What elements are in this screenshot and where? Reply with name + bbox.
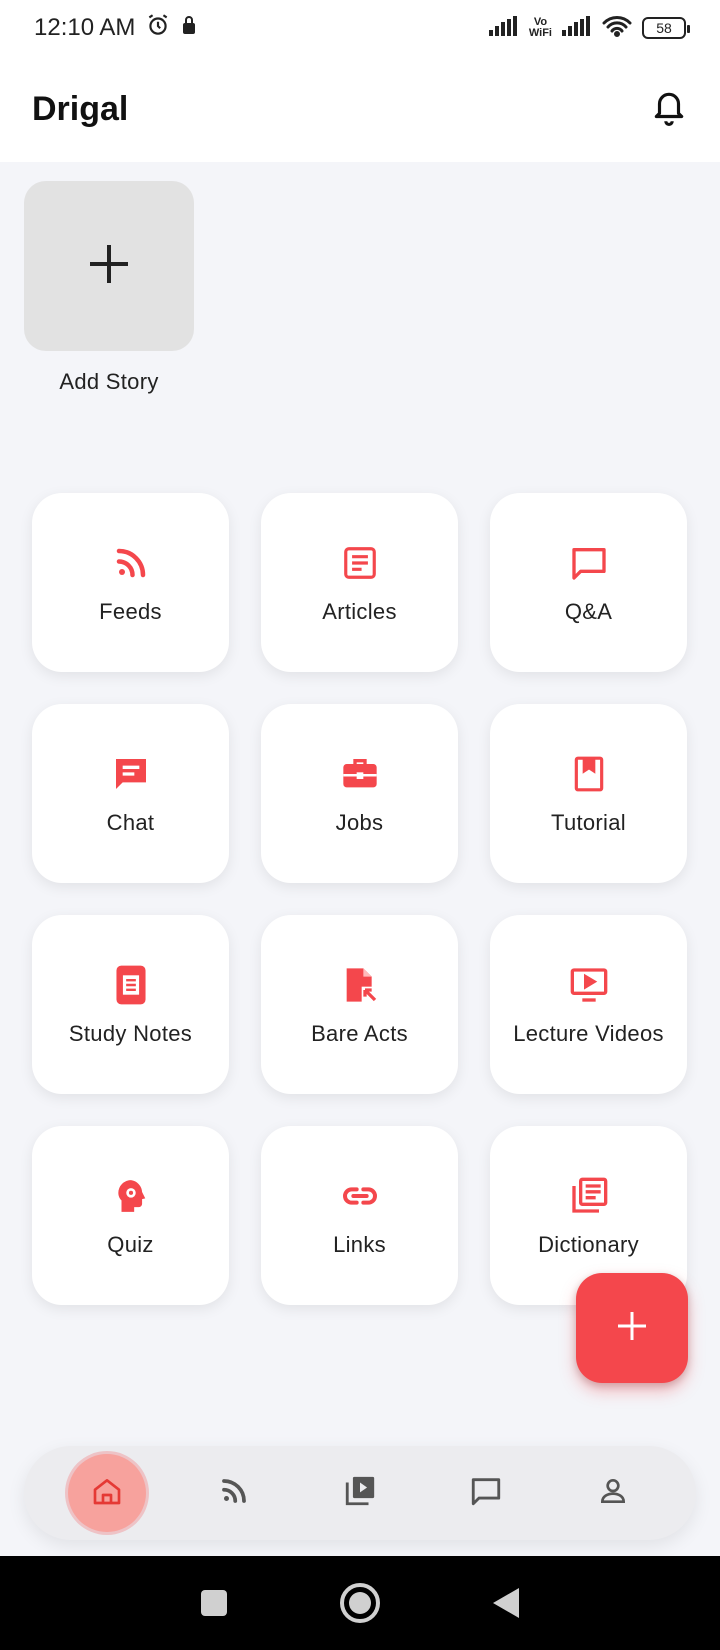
battery-icon: 58: [642, 17, 690, 39]
tile-label: Study Notes: [68, 1020, 193, 1046]
tile-label: Links: [333, 1231, 386, 1257]
add-fab-button[interactable]: [576, 1273, 688, 1383]
tile-label: Quiz: [107, 1231, 154, 1257]
add-story-label: Add Story: [59, 369, 159, 394]
rss-icon: [219, 1476, 249, 1511]
plus-icon: [616, 1310, 648, 1347]
tile-label: Chat: [106, 809, 155, 835]
chat-message-icon: [109, 752, 153, 796]
wifi-icon: [602, 15, 632, 42]
status-right: Vo WiFi 58: [488, 15, 690, 42]
system-nav-bar: [0, 1556, 720, 1650]
app-bar: Drigal: [0, 56, 720, 162]
tile-qa[interactable]: Q&A: [490, 493, 687, 672]
tile-label: Lecture Videos: [513, 1020, 664, 1046]
back-triangle-icon[interactable]: [491, 1586, 521, 1620]
signal-icon-2: [562, 15, 592, 41]
notification-bell-icon[interactable]: [650, 87, 688, 132]
nav-chat[interactable]: [447, 1454, 525, 1532]
recents-square-icon[interactable]: [199, 1588, 229, 1618]
tile-feeds[interactable]: Feeds: [32, 493, 229, 672]
add-story-button[interactable]: [24, 181, 194, 351]
alarm-icon: [145, 12, 171, 45]
feature-grid: Feeds Articles Q&A Chat Jobs Tutorial St…: [32, 493, 688, 1305]
signal-icon: [488, 15, 519, 41]
tile-label: Tutorial: [551, 809, 626, 835]
tile-articles[interactable]: Articles: [261, 493, 458, 672]
tile-lecture-videos[interactable]: Lecture Videos: [490, 915, 687, 1094]
tile-label: Bare Acts: [311, 1020, 408, 1046]
home-circle-icon[interactable]: [339, 1582, 381, 1624]
document-arrow-icon: [338, 963, 382, 1007]
library-books-icon: [567, 1174, 611, 1218]
plus-icon: [88, 243, 130, 290]
home-icon: [91, 1475, 123, 1512]
chat-bubble-outline-icon: [567, 541, 611, 585]
tile-tutorial[interactable]: Tutorial: [490, 704, 687, 883]
vowifi-indicator: Vo WiFi: [529, 17, 552, 39]
tile-label: Q&A: [564, 598, 613, 624]
battery-level: 58: [656, 20, 672, 36]
tile-label: Articles: [322, 598, 397, 624]
head-gear-icon: [109, 1174, 153, 1218]
tile-label: Feeds: [99, 598, 162, 624]
status-time: 12:10 AM: [34, 14, 136, 41]
bottom-nav: [24, 1446, 696, 1540]
tile-bare-acts[interactable]: Bare Acts: [261, 915, 458, 1094]
tile-label: Dictionary: [538, 1231, 639, 1257]
nav-videos[interactable]: [321, 1454, 399, 1532]
nav-feeds[interactable]: [195, 1454, 273, 1532]
person-icon: [597, 1475, 629, 1512]
rss-icon: [109, 541, 153, 585]
tile-jobs[interactable]: Jobs: [261, 704, 458, 883]
briefcase-icon: [338, 752, 382, 796]
status-left: 12:10 AM: [34, 12, 197, 45]
chat-icon: [469, 1474, 503, 1513]
video-player-icon: [567, 963, 611, 1007]
notes-phone-icon: [109, 963, 153, 1007]
tile-links[interactable]: Links: [261, 1126, 458, 1305]
vowifi-line2: WiFi: [528, 27, 552, 39]
status-bar: 12:10 AM Vo WiFi 58: [0, 0, 720, 56]
book-icon: [567, 752, 611, 796]
tile-label: Jobs: [335, 809, 384, 835]
article-icon: [338, 541, 382, 585]
video-library-icon: [343, 1474, 377, 1513]
nav-profile[interactable]: [574, 1454, 652, 1532]
add-story[interactable]: Add Story: [24, 181, 194, 395]
nav-home[interactable]: [68, 1454, 147, 1532]
tile-quiz[interactable]: Quiz: [32, 1126, 229, 1305]
tile-study-notes[interactable]: Study Notes: [32, 915, 229, 1094]
app-title: Drigal: [32, 89, 129, 128]
lock-icon: [181, 14, 197, 42]
link-icon: [338, 1174, 382, 1218]
tile-chat[interactable]: Chat: [32, 704, 229, 883]
